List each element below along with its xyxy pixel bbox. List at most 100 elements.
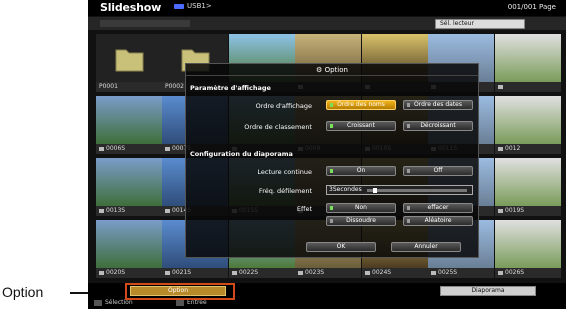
camera-icon xyxy=(165,270,170,275)
camera-icon xyxy=(431,270,436,275)
display-order-by-name[interactable]: Ordre des noms xyxy=(326,100,396,110)
effect-dissolve[interactable]: Dissoudre xyxy=(326,216,396,226)
thumbnail-caption: 0025S xyxy=(428,268,494,278)
slider-track xyxy=(367,188,467,193)
radio-on-icon xyxy=(330,206,333,210)
thumbnail-caption: P0001 xyxy=(96,82,162,92)
camera-icon xyxy=(498,146,503,151)
slideshow-button[interactable]: Diaporama xyxy=(440,286,536,296)
effect-wipe[interactable]: effacer xyxy=(403,203,473,213)
display-order-by-date[interactable]: Ordre des dates xyxy=(403,100,473,110)
nav-bar: Sél. lecteur xyxy=(88,17,566,30)
dialog-title: ⚙ Option xyxy=(186,64,478,76)
scroll-frequency-slider[interactable]: 3Secondes xyxy=(326,185,473,195)
sort-descending[interactable]: Décroissant xyxy=(403,121,473,131)
thumbnail-caption-label: 0025S xyxy=(438,269,458,276)
option-highlight-box xyxy=(125,283,235,300)
ok-button[interactable]: OK xyxy=(306,242,376,252)
thumbnail-caption: 0024S xyxy=(362,268,428,278)
sort-order-label: Ordre de classement xyxy=(244,123,312,131)
effect-dissolve-label: Dissoudre xyxy=(346,217,376,224)
radio-off-icon xyxy=(407,219,410,223)
continuous-play-label: Lecture continue xyxy=(257,168,312,176)
page-indicator: 001/001 Page xyxy=(507,3,556,11)
radio-off-icon xyxy=(407,206,410,210)
thumbnail-caption: 0021S xyxy=(162,268,228,278)
thumbnail-caption-label: 0006S xyxy=(106,145,126,152)
select-reader-button[interactable]: Sél. lecteur xyxy=(435,19,525,29)
thumbnail-item[interactable]: P0001 xyxy=(96,34,162,92)
thumbnail-item[interactable] xyxy=(495,34,561,92)
camera-icon xyxy=(99,146,104,151)
thumbnail-caption-label: 0023S xyxy=(305,269,325,276)
cancel-button[interactable]: Annuler xyxy=(391,242,461,252)
camera-icon xyxy=(99,208,104,213)
slider-knob[interactable] xyxy=(373,188,377,193)
hint-enter: Entrée xyxy=(176,299,207,306)
image-thumbnail xyxy=(96,158,162,206)
thumbnail-caption-label: 0013S xyxy=(106,207,126,214)
effect-wipe-label: effacer xyxy=(427,204,449,211)
thumbnail-caption-label: 0026S xyxy=(505,269,525,276)
usb-icon xyxy=(174,3,184,9)
sort-ascending[interactable]: Croissant xyxy=(326,121,396,131)
hint-select: Sélection xyxy=(94,299,133,306)
thumbnail-caption: 0006S xyxy=(96,144,162,154)
thumbnail-item[interactable]: 0006S xyxy=(96,96,162,154)
thumbnail-caption: 0019S xyxy=(495,206,561,216)
camera-icon xyxy=(498,270,503,275)
scroll-frequency-label: Fréq. défilement xyxy=(258,187,312,195)
thumbnail-caption: 0012 xyxy=(495,144,561,154)
camera-icon xyxy=(365,270,370,275)
thumbnail-item[interactable]: 0012 xyxy=(495,96,561,154)
thumbnail-caption-label: 0022S xyxy=(239,269,259,276)
radio-off-icon xyxy=(407,124,410,128)
option-wrench-icon: ⚙ xyxy=(316,66,325,74)
continuous-off[interactable]: Off xyxy=(403,166,473,176)
thumbnail-item[interactable]: 0020S xyxy=(96,220,162,278)
radio-on-icon xyxy=(330,124,333,128)
thumbnail-caption-label: 0021S xyxy=(172,269,192,276)
thumbnail-caption: 0013S xyxy=(96,206,162,216)
sort-ascending-label: Croissant xyxy=(347,122,375,129)
top-bar: Slideshow USB1> 001/001 Page xyxy=(88,0,566,16)
radio-on-icon xyxy=(330,103,333,107)
display-order-by-date-label: Ordre des dates xyxy=(413,101,462,108)
option-callout-label: Option xyxy=(2,284,44,300)
effect-random-label: Aléatoire xyxy=(424,217,452,224)
thumbnail-caption xyxy=(495,82,561,92)
radio-off-icon xyxy=(330,219,333,223)
camera-icon xyxy=(498,84,503,89)
thumbnail-caption-label: P0002 xyxy=(165,83,184,90)
image-thumbnail xyxy=(495,158,561,206)
camera-icon xyxy=(298,270,303,275)
image-thumbnail xyxy=(96,96,162,144)
scroll-frequency-value: 3Secondes xyxy=(329,186,362,193)
thumbnail-item[interactable]: 0013S xyxy=(96,158,162,216)
continuous-off-label: Off xyxy=(433,167,443,174)
effect-none[interactable]: Non xyxy=(326,203,396,213)
thumbnail-item[interactable]: 0026S xyxy=(495,220,561,278)
thumbnail-caption: 0023S xyxy=(295,268,361,278)
thumbnail-caption: 0026S xyxy=(495,268,561,278)
folder-icon xyxy=(96,34,162,82)
app-title: Slideshow xyxy=(100,1,162,14)
usb-location: USB1> xyxy=(174,2,212,10)
camera-icon xyxy=(232,270,237,275)
hint-enter-label: Entrée xyxy=(187,299,207,306)
up-folder-button[interactable] xyxy=(100,20,190,27)
option-dialog: ⚙ Option Paramètre d'affichage Ordre d'a… xyxy=(185,63,479,258)
camera-icon xyxy=(165,208,170,213)
image-thumbnail xyxy=(96,220,162,268)
thumbnail-caption: 0020S xyxy=(96,268,162,278)
dpad-icon xyxy=(94,299,102,306)
effect-random[interactable]: Aléatoire xyxy=(403,216,473,226)
camera-icon xyxy=(498,208,503,213)
image-thumbnail xyxy=(495,96,561,144)
effect-none-label: Non xyxy=(355,204,367,211)
camera-icon xyxy=(99,270,104,275)
hint-select-label: Sélection xyxy=(105,299,133,306)
continuous-on[interactable]: On xyxy=(326,166,396,176)
section-slideshow-heading: Configuration du diaporama xyxy=(190,150,293,158)
thumbnail-item[interactable]: 0019S xyxy=(495,158,561,216)
